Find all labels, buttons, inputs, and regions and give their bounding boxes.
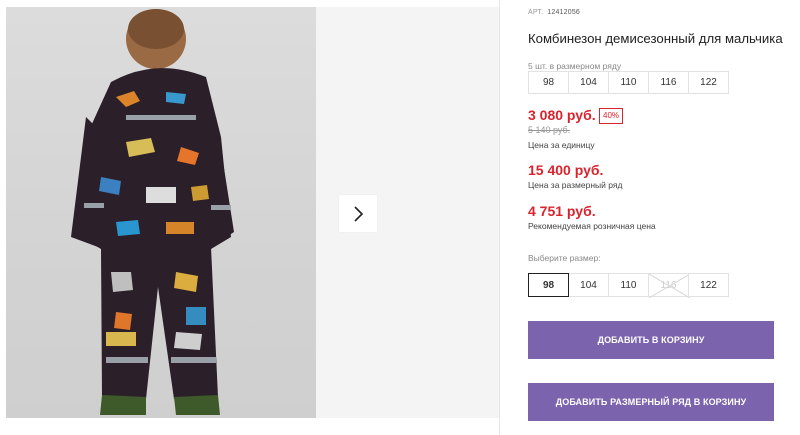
unit-price-label: Цена за единицу	[528, 140, 595, 150]
divider	[499, 0, 500, 435]
product-title: Комбинезон демисезонный для мальчика	[528, 31, 783, 46]
unavailable-cross-icon	[649, 274, 690, 298]
size-run-item: 110	[608, 71, 649, 94]
article-number: АРТ. 12412056	[528, 9, 580, 16]
chevron-right-icon	[354, 205, 364, 222]
size-select-caption: Выберите размер:	[528, 253, 601, 263]
size-run-list: 98 104 110 116 122	[528, 71, 729, 94]
unit-price: 3 080 руб.	[528, 107, 596, 123]
size-run-item: 122	[688, 71, 729, 94]
size-option-116: 116	[648, 273, 690, 298]
size-run-item: 104	[568, 71, 609, 94]
article-label: АРТ.	[528, 9, 544, 16]
article-value: 12412056	[547, 9, 581, 16]
size-run-caption: 5 шт. в размерном ряду	[528, 61, 622, 71]
add-size-run-to-cart-button[interactable]: Добавить размерный ряд в корзину	[528, 383, 774, 421]
product-gallery	[0, 0, 500, 435]
run-price: 15 400 руб.	[528, 162, 604, 178]
size-selector: 98 104 110 116 122	[528, 273, 729, 298]
old-price: 5 140 руб.	[528, 125, 571, 135]
add-to-cart-button[interactable]: Добавить в корзину	[528, 321, 774, 359]
size-run-item: 98	[528, 71, 569, 94]
size-run-item: 116	[648, 71, 689, 94]
rrp-label: Рекомендуемая розничная цена	[528, 221, 656, 231]
product-photo-image	[71, 9, 234, 415]
next-image-button[interactable]	[339, 195, 377, 232]
size-option-110[interactable]: 110	[608, 273, 649, 297]
size-option-122[interactable]: 122	[688, 273, 729, 297]
size-option-98[interactable]: 98	[528, 273, 569, 297]
size-option-104[interactable]: 104	[568, 273, 609, 297]
rrp-price: 4 751 руб.	[528, 203, 596, 219]
product-photo[interactable]	[6, 7, 316, 418]
run-price-label: Цена за размерный ряд	[528, 180, 623, 190]
discount-badge: 40%	[599, 108, 624, 124]
